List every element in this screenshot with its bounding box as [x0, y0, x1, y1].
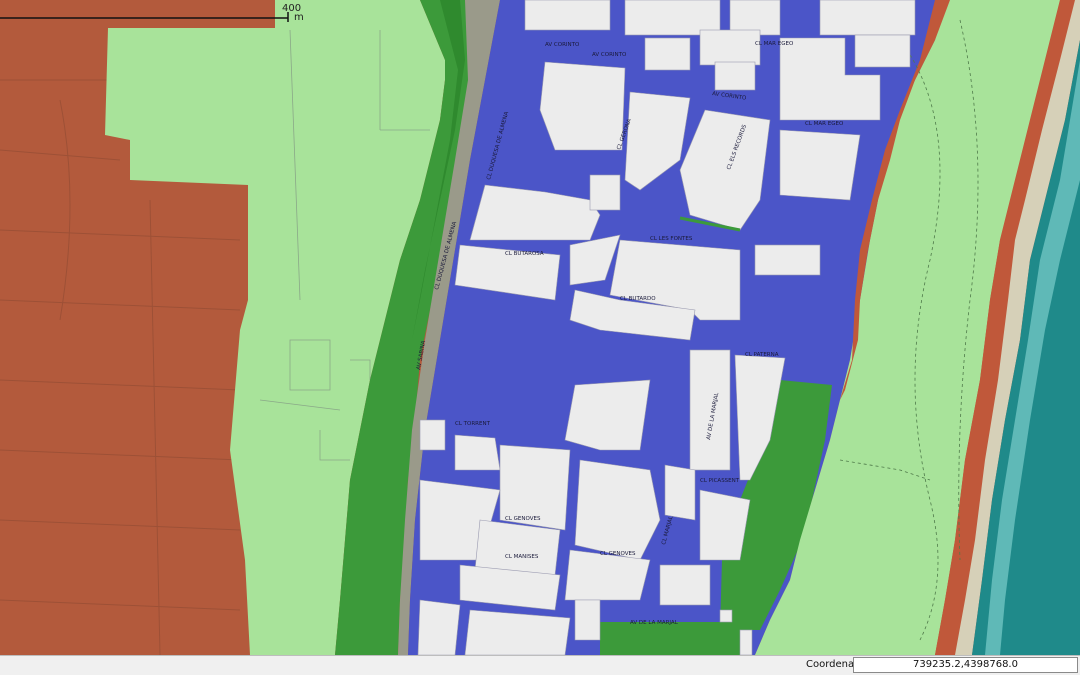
map-svg[interactable]: AV CORINTO AV CORINTO AV CORINTO CL MAR …: [0, 0, 1080, 655]
street-label: CL LES FONTES: [650, 236, 693, 242]
park-south: [600, 622, 750, 655]
street-label: CL MAR EGEO: [805, 121, 844, 127]
street-label: AV CORINTO: [592, 52, 627, 58]
street-label: CL MANISES: [505, 554, 539, 560]
status-bar: Coordenada 739235.2,4398768.0: [0, 655, 1080, 675]
street-label: CL GENOVES: [600, 551, 636, 557]
street-label: CL MAR EGEO: [755, 41, 794, 47]
street-label: CL PATERNA: [745, 352, 779, 358]
street-label: CL TORRENT: [455, 421, 491, 427]
street-label: CL GENOVES: [505, 516, 541, 522]
street-label: CL PICASSENT: [700, 478, 740, 484]
street-label: CL BUTARDO: [620, 296, 656, 302]
street-label: AV DE LA MARJAL: [630, 620, 679, 626]
map-canvas[interactable]: AV CORINTO AV CORINTO AV CORINTO CL MAR …: [0, 0, 1080, 655]
street-label: CL BUTAROSA: [505, 251, 544, 257]
coordinate-field[interactable]: 739235.2,4398768.0: [853, 657, 1078, 673]
scale-unit: m: [294, 12, 304, 23]
street-label: AV CORINTO: [545, 42, 580, 48]
